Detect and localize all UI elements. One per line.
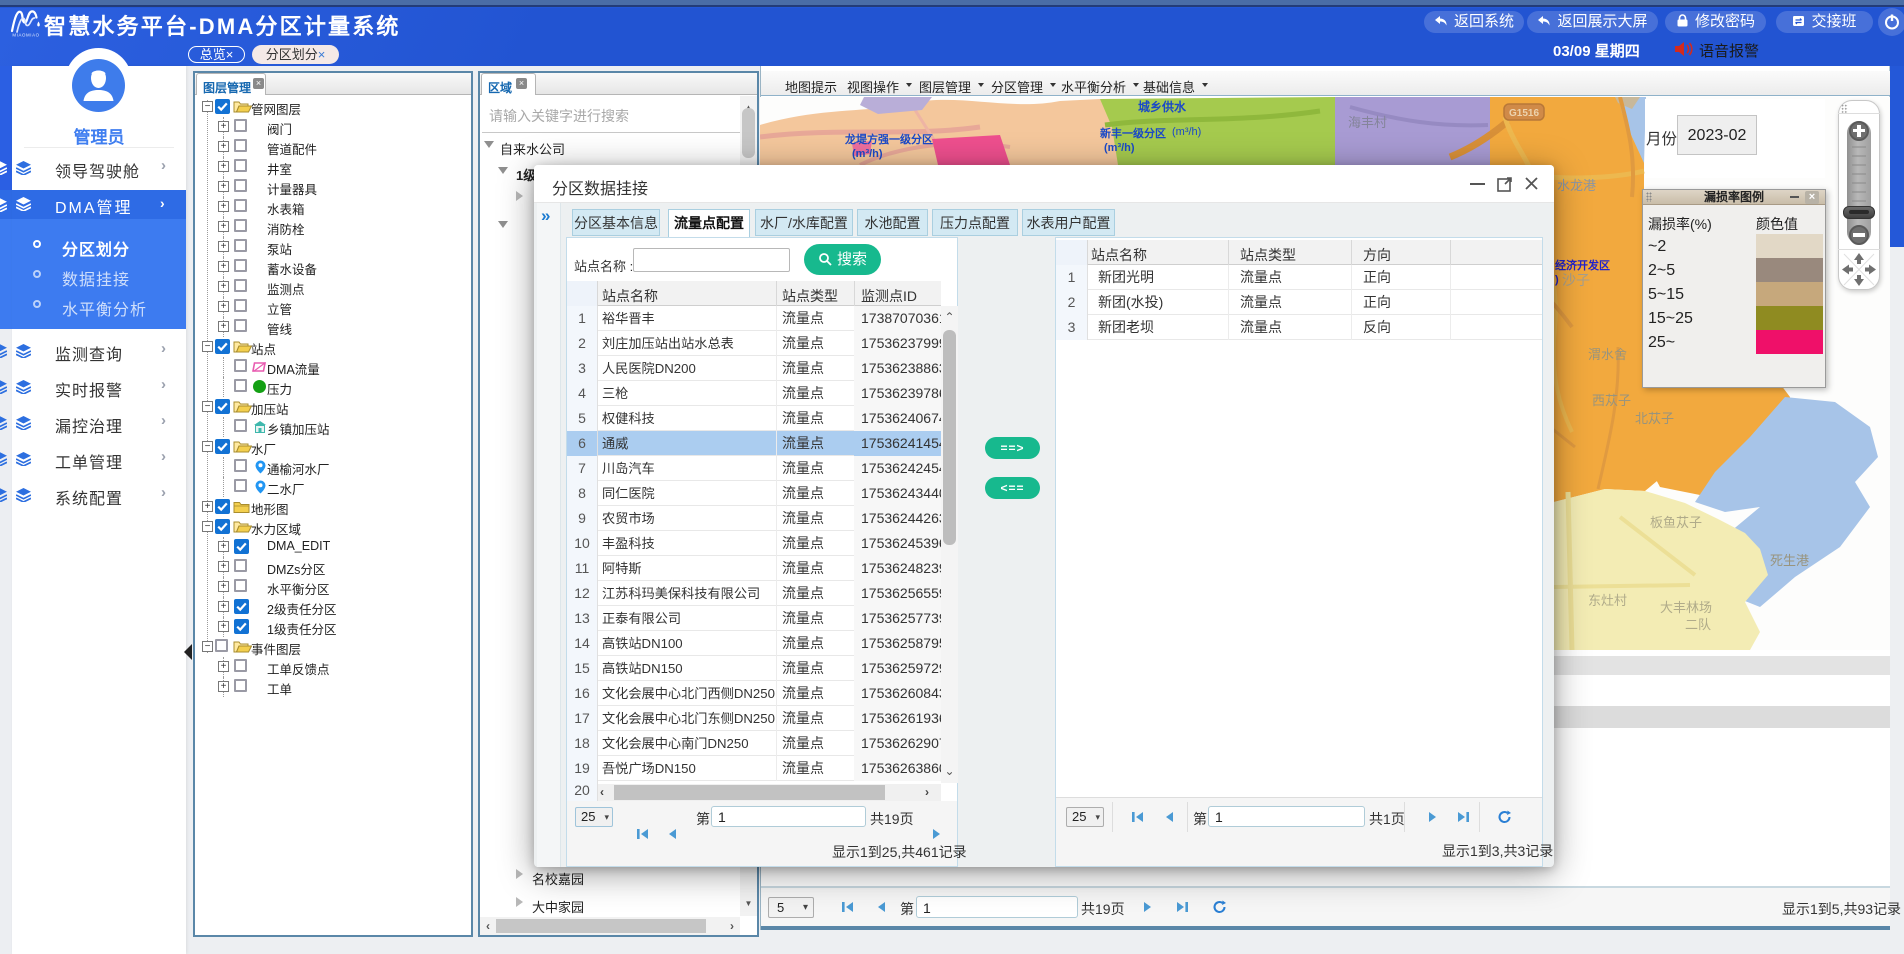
svg-text:沙子: 沙子 — [1562, 272, 1590, 288]
svg-text:(m³/h): (m³/h) — [1172, 126, 1201, 138]
svg-text:板鱼苁子: 板鱼苁子 — [1650, 515, 1702, 530]
svg-text:北苁子: 北苁子 — [1635, 411, 1674, 426]
svg-text:(m³/h): (m³/h) — [1104, 142, 1135, 154]
svg-text:城乡供水: 城乡供水 — [1138, 99, 1187, 114]
svg-text:水龙港: 水龙港 — [1557, 178, 1596, 193]
svg-text:死生港: 死生港 — [1770, 553, 1809, 568]
svg-text:): ) — [1555, 274, 1559, 286]
svg-text:新丰一级分区: 新丰一级分区 — [1100, 126, 1166, 140]
svg-text:海丰村: 海丰村 — [1348, 115, 1387, 130]
svg-text:大丰林场: 大丰林场 — [1660, 600, 1712, 615]
svg-text:(m³/h): (m³/h) — [852, 148, 883, 160]
svg-text:经济开发区: 经济开发区 — [1555, 258, 1610, 272]
svg-text:西苁子: 西苁子 — [1592, 393, 1631, 408]
svg-text:龙堤方强一级分区: 龙堤方强一级分区 — [844, 132, 933, 146]
svg-text:二队: 二队 — [1685, 617, 1711, 632]
svg-text:MIAOMIAO: MIAOMIAO — [12, 33, 39, 38]
svg-text:渭水舍: 渭水舍 — [1588, 347, 1627, 362]
svg-text:G1516: G1516 — [1509, 108, 1539, 119]
svg-text:东灶村: 东灶村 — [1588, 593, 1627, 608]
